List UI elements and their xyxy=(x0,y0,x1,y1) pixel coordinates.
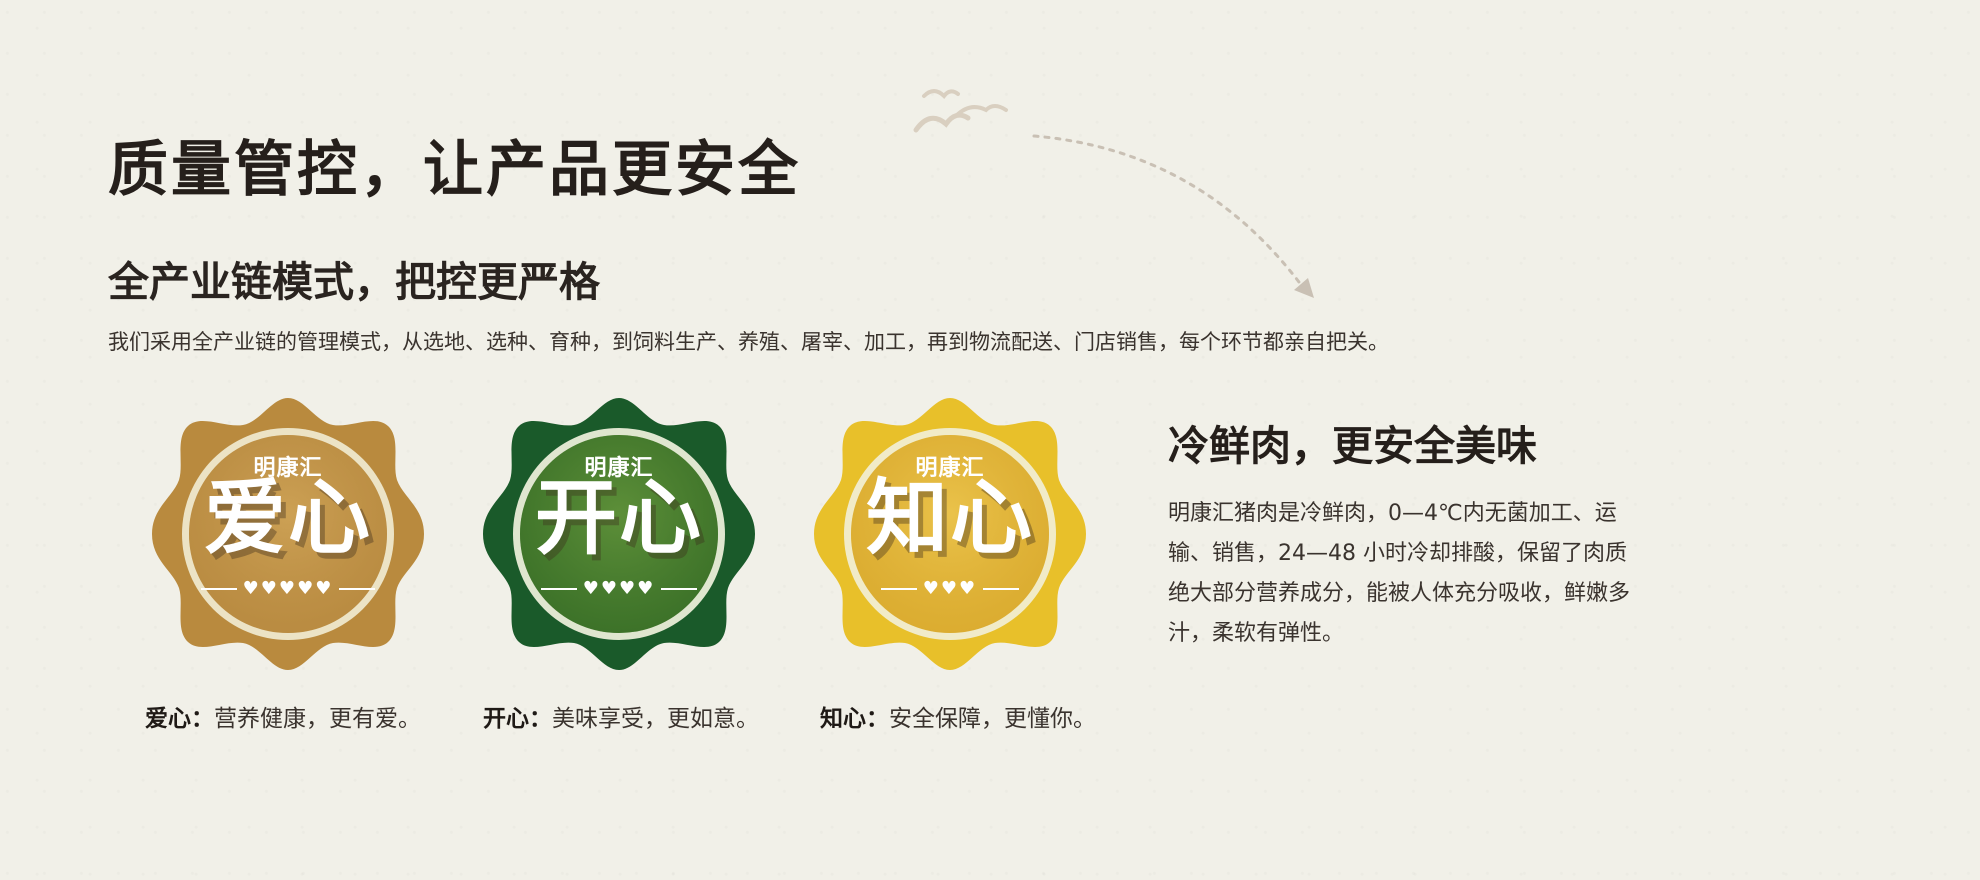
badge-hearts: ♥♥♥ xyxy=(810,576,1090,598)
badge-caption-aixin: 爱心：营养健康，更有爱。 xyxy=(145,699,421,733)
caption-text: 安全保障，更懂你。 xyxy=(889,706,1096,732)
badge-aixin: 明康汇 爱心 ♥♥♥♥♥ xyxy=(148,394,428,674)
caption-label: 开心： xyxy=(483,706,552,732)
badge-word: 知心 xyxy=(865,471,1034,566)
badge-hearts: ♥♥♥♥♥ xyxy=(148,576,428,598)
side-text: 明康汇猪肉是冷鲜肉，0—4℃内无菌加工、运输、销售，24—48 小时冷却排酸，保… xyxy=(1168,501,1631,646)
badge-caption-zhixin: 知心：安全保障，更懂你。 xyxy=(820,699,1096,733)
badge-caption-kaixin: 开心：美味享受，更如意。 xyxy=(483,699,759,733)
badge-hearts: ♥♥♥♥ xyxy=(479,576,759,598)
hearts-icon: ♥♥♥ xyxy=(922,578,978,599)
section-subtitle: 全产业链模式，把控更严格 xyxy=(108,258,600,306)
caption-label: 知心： xyxy=(820,706,889,732)
caption-label: 爱心： xyxy=(145,706,214,732)
dashed-arrow-icon xyxy=(1032,134,1314,298)
badge-zhixin: 明康汇 知心 ♥♥♥ xyxy=(810,394,1090,674)
badge-kaixin: 明康汇 开心 ♥♥♥♥ xyxy=(479,394,759,674)
section-description: 我们采用全产业链的管理模式，从选地、选种、育种，到饲料生产、养殖、屠宰、加工，再… xyxy=(108,330,1389,354)
page-title: 质量管控，让产品更安全 xyxy=(108,135,801,205)
badge-word: 开心 xyxy=(534,471,703,566)
hearts-icon: ♥♥♥♥ xyxy=(582,578,656,599)
caption-text: 营养健康，更有爱。 xyxy=(214,706,421,732)
caption-text: 美味享受，更如意。 xyxy=(552,706,759,732)
badge-word: 爱心 xyxy=(203,471,372,566)
hearts-icon: ♥♥♥♥♥ xyxy=(242,578,334,599)
side-title: 冷鲜肉，更安全美味 xyxy=(1168,422,1537,470)
birds-icon xyxy=(913,89,1008,133)
